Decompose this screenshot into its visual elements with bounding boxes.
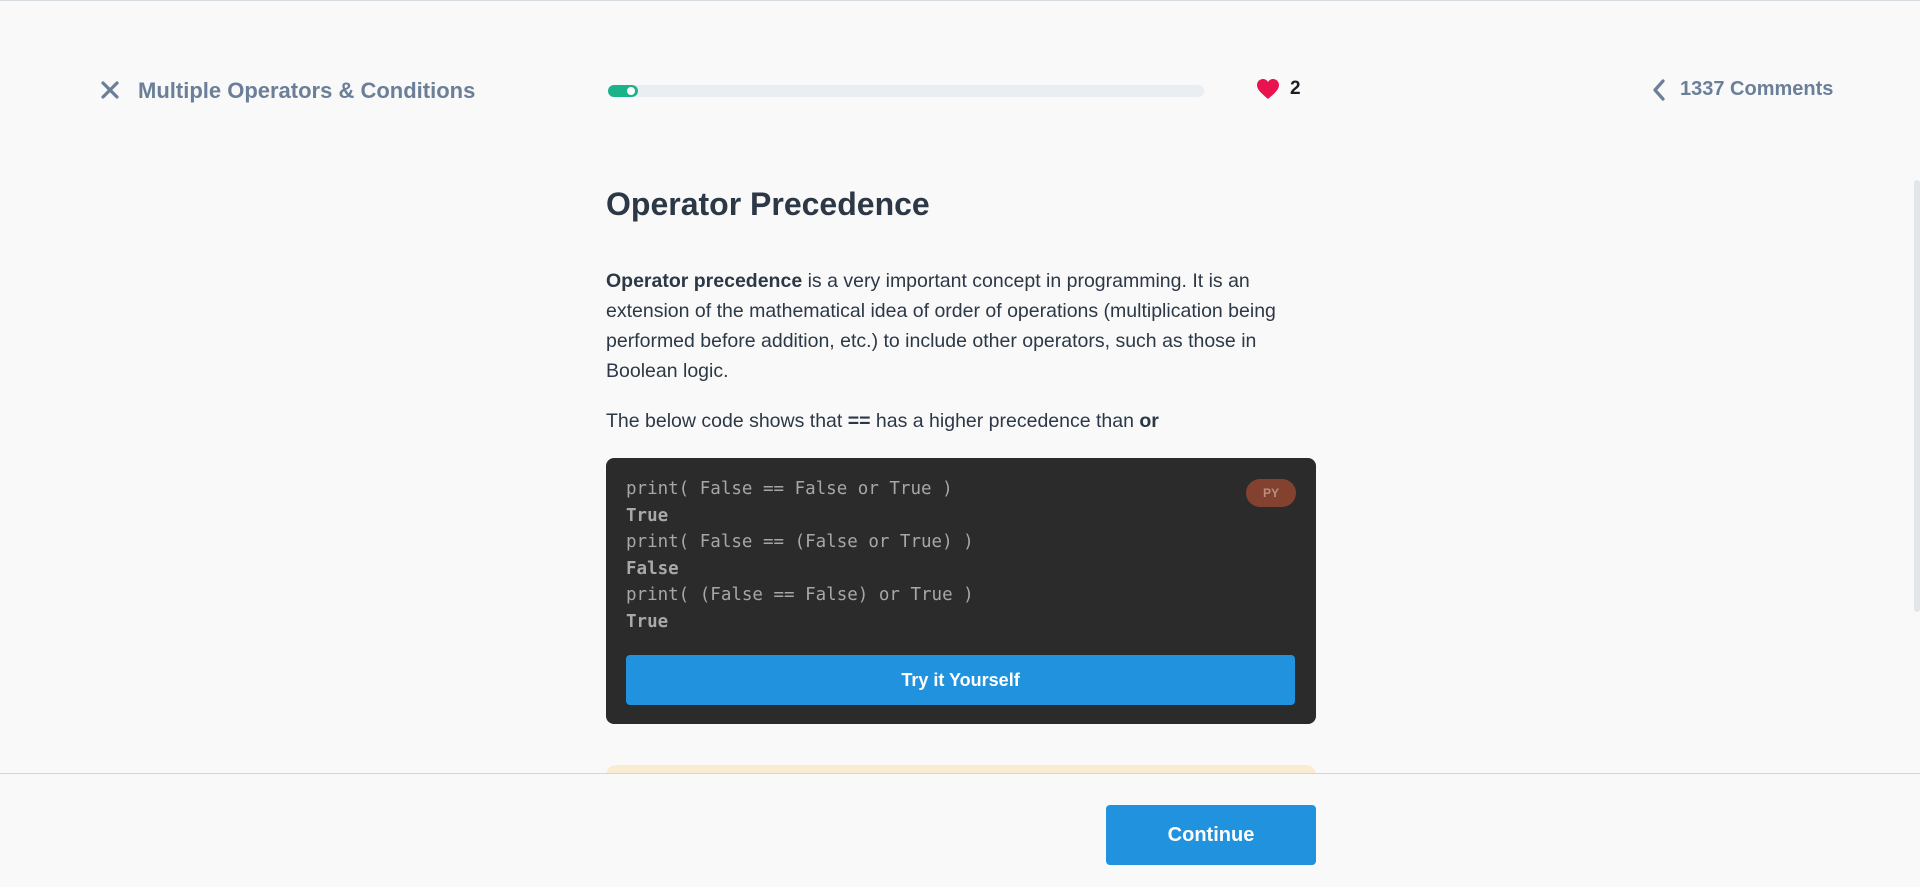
likes-button[interactable]: 2 [1256, 78, 1301, 100]
term-bold: Operator precedence [606, 270, 803, 292]
continue-button[interactable]: Continue [1106, 805, 1316, 865]
precedence-text-start: The below code shows that [606, 410, 848, 432]
code-lines: print( False == False or True ) True print… [626, 476, 974, 635]
code-line: print( False == False or True ) [626, 479, 953, 499]
comments-label: 1337 Comments [1680, 78, 1834, 100]
close-icon [101, 81, 119, 99]
precedence-paragraph: The below code shows that == has a highe… [606, 406, 1316, 436]
code-output-line: False [626, 558, 679, 579]
code-line: print( False == (False or True) ) [626, 532, 974, 552]
lesson-header: Multiple Operators & Conditions 2 1337 C… [0, 0, 1920, 180]
comments-button[interactable]: 1337 Comments [1652, 78, 1833, 101]
lesson-progress-bar [608, 85, 1204, 97]
code-output-line: True [626, 505, 669, 526]
close-lesson-button[interactable] [96, 76, 124, 104]
try-it-yourself-button[interactable]: Try it Yourself [626, 655, 1295, 705]
likes-count: 2 [1290, 78, 1301, 99]
chevron-left-icon [1653, 78, 1665, 101]
lesson-title: Multiple Operators & Conditions [138, 78, 476, 103]
code-line: print( (False == False) or True ) [626, 585, 974, 605]
progress-knob [626, 87, 635, 95]
operator-or: or [1139, 410, 1159, 432]
language-badge: PY [1246, 479, 1296, 507]
code-snippet: print( False == False or True ) True print… [606, 458, 1316, 724]
code-output-line: True [626, 611, 669, 632]
page-title: Operator Precedence [606, 186, 930, 222]
lesson-footer: Continue [0, 773, 1920, 887]
precedence-text-mid: has a higher precedence than [870, 410, 1140, 432]
intro-paragraph: Operator precedence is a very important … [606, 266, 1306, 386]
lesson-content: Operator Precedence Operator precedence … [606, 182, 1316, 436]
operator-equals: == [847, 410, 871, 432]
scrollbar[interactable] [1914, 180, 1920, 612]
heart-icon [1257, 79, 1279, 99]
